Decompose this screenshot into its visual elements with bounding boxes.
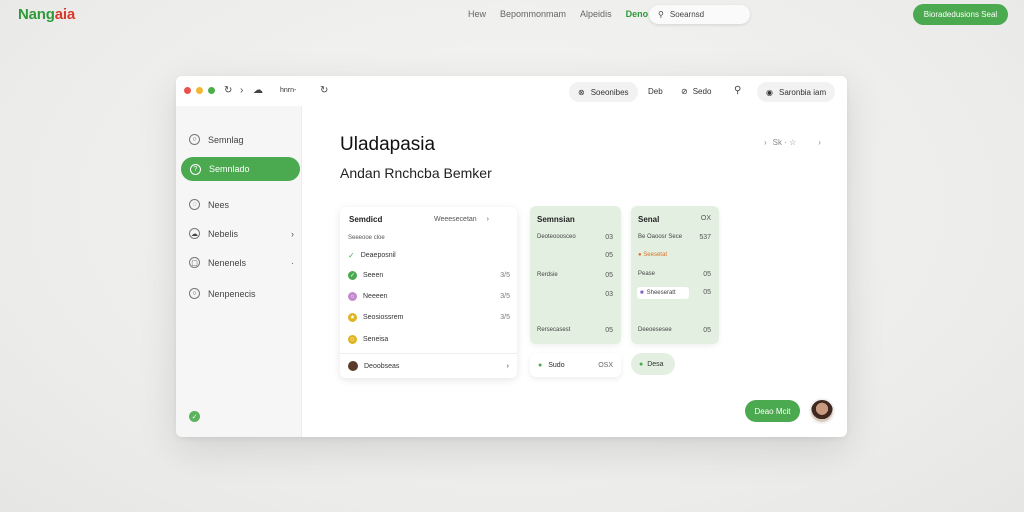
nav-link-management[interactable]: Bepommonmam	[500, 9, 566, 19]
row-label: Rersecasest	[537, 327, 571, 333]
site-header: Nangaia Hew Bepommonmam Alpeidis Deno ⚲ …	[0, 0, 1024, 30]
list-item[interactable]: ○ Neeeen 3/5	[348, 292, 510, 301]
done-button[interactable]: Deao Mcit	[745, 400, 800, 422]
row-value: 05	[605, 252, 613, 259]
nav-link-demo[interactable]: Deno	[626, 9, 649, 19]
circle-icon: ○	[189, 288, 200, 299]
cloud-icon: ☁	[189, 228, 200, 239]
sidebar-item-semnlado[interactable]: ? Semnlado	[181, 157, 300, 181]
sidebar: ○ Semnlag ? Semnlado ◌ Nees ☁ Nebelis › ▢ Nene…	[176, 106, 302, 437]
filter-icon: ⊗	[578, 87, 585, 97]
row-value: 05	[703, 327, 711, 334]
sidebar-item-nees[interactable]: ◌ Nees	[189, 199, 294, 210]
sidebar-item-nenenels[interactable]: ▢ Nenenels ·	[189, 257, 294, 268]
row-value: 05	[605, 272, 613, 279]
close-dot[interactable]	[184, 87, 191, 94]
status-mini-chip[interactable]: ● Desa	[631, 353, 675, 375]
info-icon: ?	[190, 163, 201, 175]
search-icon[interactable]: ⚲	[734, 85, 741, 96]
row-label: Be Oaoosr Sece	[638, 234, 683, 240]
card-title-value: OX	[700, 215, 711, 222]
nav-link-home[interactable]: Hew	[468, 9, 486, 19]
list-item[interactable]: ★ Seosiossrem 3/5	[348, 313, 510, 322]
check-icon[interactable]: ✓	[189, 411, 200, 422]
window-title: hnrn-	[280, 87, 297, 94]
pager: › Sk · ☆ ›	[764, 138, 821, 147]
minimize-dot[interactable]	[196, 87, 203, 94]
card-subtitle: Seeeooe cloe	[348, 235, 385, 241]
chevron-right-icon[interactable]: ›	[240, 85, 243, 96]
app-window: ↻ › ☁ hnrn- ↻ ⊗ Soeonibes Deb ⊘ Sedo ⚲ ◉ Sa…	[176, 76, 847, 437]
row-label: Rerdsie	[537, 272, 558, 278]
maximize-dot[interactable]	[208, 87, 215, 94]
row-label: Pease	[638, 271, 656, 277]
page-title: Uladapasia	[340, 134, 436, 155]
status-badge[interactable]: ■ Sheeseratt	[637, 287, 689, 299]
card-filter-select[interactable]: Weeesecetan ›	[434, 216, 489, 223]
chevron-right-icon[interactable]: ›	[818, 138, 821, 147]
cloud-icon[interactable]: ☁	[253, 85, 263, 96]
row-value: 05	[703, 289, 711, 296]
summary-mini-card[interactable]: ● Sudo OSX	[530, 353, 621, 377]
link-icon: ⊘	[681, 87, 688, 96]
toolbar-filter-pill[interactable]: ⊗ Soeonibes	[569, 82, 638, 102]
site-logo[interactable]: Nangaia	[18, 6, 75, 23]
nav-link-alpeidis[interactable]: Alpeidis	[580, 9, 612, 19]
check-icon: ●	[639, 360, 644, 368]
site-nav: Hew Bepommonmam Alpeidis Deno	[468, 9, 648, 19]
list-item[interactable]: ✓ Deaeposnil	[348, 251, 510, 260]
row-label: ● Seesetat	[638, 252, 667, 258]
status-card: Senal OX Be Oaoosr Sece 537 ● Seesetat P…	[631, 206, 719, 344]
row-value: 05	[703, 271, 711, 278]
row-label: Deoteooosceo	[537, 234, 576, 240]
card-title: Semnsian	[537, 215, 575, 224]
chevron-left-icon[interactable]: ›	[764, 138, 767, 147]
task-card: Semdicd Weeesecetan › Seeeooe cloe ✓ Deae…	[340, 207, 517, 378]
list-item[interactable]: ✓ Seeen 3/5	[348, 271, 510, 280]
dot-indicator-icon: ·	[291, 257, 294, 268]
row-value: 05	[605, 327, 613, 334]
row-value: 537	[699, 234, 711, 241]
window-controls	[184, 87, 215, 94]
card-title: Senal	[638, 215, 660, 224]
circle-badge-icon: ○	[348, 292, 357, 301]
row-value: 03	[605, 234, 613, 241]
toolbar-item-deb[interactable]: Deb	[648, 87, 663, 96]
sidebar-item-nenpenecis[interactable]: ○ Nenpenecis	[189, 288, 294, 299]
search-icon: ⚲	[658, 10, 664, 19]
check-icon: ●	[538, 361, 543, 369]
refresh-icon[interactable]: ↻	[224, 85, 232, 96]
row-value: 03	[605, 291, 613, 298]
chevron-right-icon: ›	[506, 362, 509, 370]
site-search-input[interactable]: ⚲ Soearnsd	[649, 5, 750, 24]
card-title: Semdicd	[349, 215, 383, 224]
chat-icon: ◌	[189, 199, 200, 210]
card-footer[interactable]: Deoobseas ›	[340, 353, 517, 378]
star-badge-icon: ★	[348, 313, 357, 322]
site-cta-button[interactable]: Bioradedusions Seal	[913, 4, 1008, 25]
sidebar-item-nebelis[interactable]: ☁ Nebelis ›	[189, 228, 294, 239]
summary-card: Semnsian Deoteooosceo 03 05 Rerdsie 05 0…	[530, 206, 621, 344]
smile-badge-icon: ☺	[348, 335, 357, 344]
sync-icon[interactable]: ↻	[320, 85, 328, 96]
toolbar-item-sedo[interactable]: ⊘ Sedo	[681, 87, 711, 96]
list-item[interactable]: ☺ Seneisa	[348, 335, 510, 344]
user-icon: ◉	[766, 87, 773, 97]
circle-icon: ○	[189, 134, 200, 145]
tag-icon: ■	[640, 290, 644, 296]
toolbar-account-pill[interactable]: ◉ Saronbia iam	[757, 82, 836, 102]
avatar	[348, 361, 358, 371]
check-icon: ✓	[348, 251, 355, 260]
page-subtitle: Andan Rnchcba Bemker	[340, 165, 492, 181]
check-badge-icon: ✓	[348, 271, 357, 280]
row-label: Deeoesesee	[638, 327, 672, 333]
window-titlebar: ↻ › ☁ hnrn- ↻ ⊗ Soeonibes Deb ⊘ Sedo ⚲ ◉ Sa…	[176, 76, 847, 106]
chevron-right-icon: ›	[291, 228, 294, 239]
avatar[interactable]	[809, 398, 835, 424]
sidebar-item-semnlag[interactable]: ○ Semnlag	[189, 134, 294, 145]
lock-icon: ▢	[189, 257, 200, 268]
